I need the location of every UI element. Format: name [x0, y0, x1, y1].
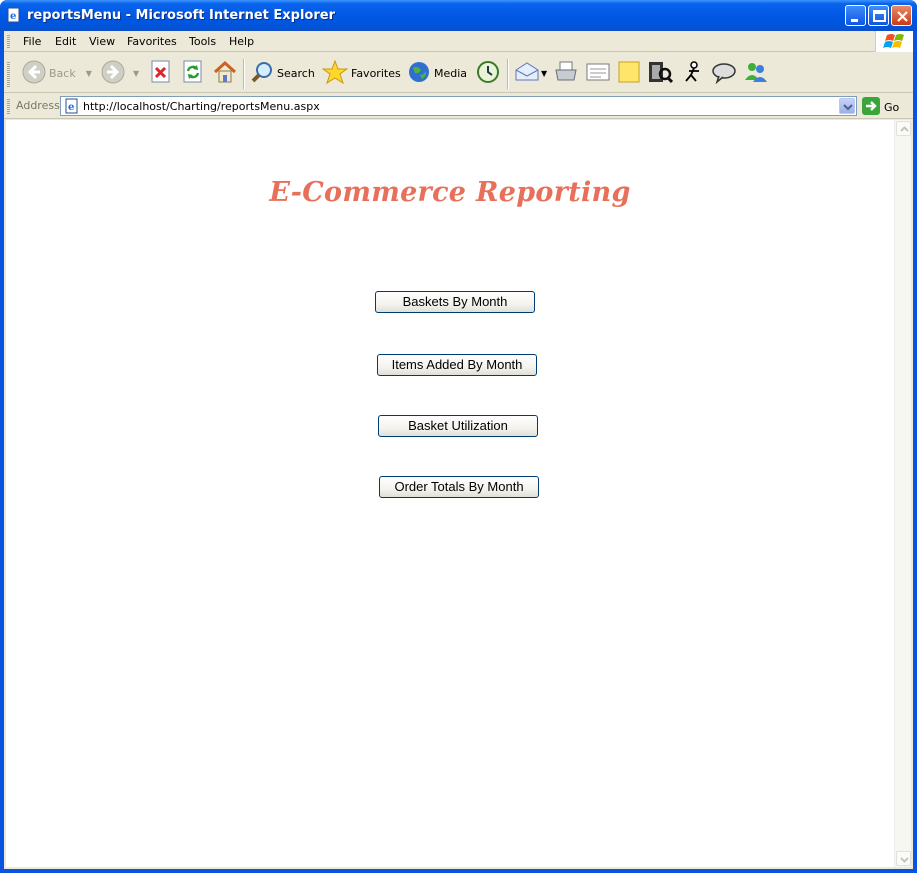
forward-arrow-icon	[101, 60, 125, 87]
home-button[interactable]	[212, 59, 238, 87]
order-totals-by-month-button[interactable]: Order Totals By Month	[379, 476, 539, 498]
go-label: Go	[884, 101, 900, 114]
note-icon	[617, 60, 641, 87]
close-button[interactable]	[891, 5, 912, 26]
chat-button[interactable]	[711, 59, 737, 87]
back-dropdown-icon[interactable]: ▼	[86, 69, 92, 78]
menu-favorites[interactable]: Favorites	[127, 35, 177, 48]
back-button[interactable]: Back ▼	[22, 59, 92, 87]
menu-edit[interactable]: Edit	[55, 35, 76, 48]
refresh-icon	[182, 60, 204, 87]
mail-button[interactable]: ▼	[514, 59, 547, 87]
media-label: Media	[434, 66, 468, 80]
menu-help[interactable]: Help	[229, 35, 254, 48]
page-content: E-Commerce Reporting Baskets By Month It…	[6, 120, 894, 867]
standard-toolbar: Back ▼ ▼ Search Favorites Media ▼	[4, 53, 913, 93]
address-bar: Address e http://localhost/Charting/repo…	[4, 94, 913, 119]
search-icon	[250, 60, 274, 87]
windows-logo-icon	[875, 31, 913, 52]
stop-button[interactable]	[150, 59, 172, 87]
address-label: Address	[16, 99, 60, 112]
baskets-by-month-button[interactable]: Baskets By Month	[375, 291, 535, 313]
search-button[interactable]: Search	[250, 59, 315, 87]
toolbar-separator	[243, 59, 245, 89]
browser-window: e reportsMenu - Microsoft Internet Explo…	[0, 0, 917, 873]
menu-view[interactable]: View	[89, 35, 115, 48]
title-bar[interactable]: e reportsMenu - Microsoft Internet Explo…	[0, 0, 917, 31]
menu-file[interactable]: File	[23, 35, 41, 48]
favorites-button[interactable]: Favorites	[321, 59, 401, 87]
svg-text:e: e	[10, 11, 16, 22]
address-input[interactable]: e http://localhost/Charting/reportsMenu.…	[60, 96, 857, 116]
home-icon	[212, 60, 238, 87]
toolbar-grip[interactable]	[7, 61, 10, 87]
scroll-up-icon[interactable]	[896, 121, 911, 136]
research-button[interactable]	[647, 59, 674, 87]
basket-utilization-button[interactable]: Basket Utilization	[378, 415, 538, 437]
address-url: http://localhost/Charting/reportsMenu.as…	[83, 100, 320, 113]
menu-grip[interactable]	[7, 34, 10, 49]
messenger-button[interactable]	[681, 59, 705, 87]
vertical-scrollbar[interactable]	[894, 120, 911, 867]
media-globe-icon	[407, 60, 431, 87]
go-arrow-icon	[862, 97, 880, 118]
stop-icon	[150, 60, 172, 87]
back-label: Back	[49, 66, 76, 80]
history-button[interactable]	[475, 59, 501, 87]
favorites-star-icon	[321, 59, 349, 87]
maximize-button[interactable]	[868, 5, 889, 26]
menu-bar: File Edit View Favorites Tools Help	[4, 31, 913, 52]
research-icon	[647, 60, 674, 87]
page-title: E-Commerce Reporting	[269, 177, 631, 208]
contacts-button[interactable]	[743, 59, 769, 87]
chat-bubble-icon	[711, 60, 737, 87]
media-button[interactable]: Media	[407, 59, 467, 87]
edit-button[interactable]	[585, 59, 611, 87]
print-button[interactable]	[553, 59, 579, 87]
back-arrow-icon	[22, 60, 46, 87]
items-added-by-month-button[interactable]: Items Added By Month	[377, 354, 537, 376]
edit-page-icon	[585, 60, 611, 87]
ie-page-icon: e	[6, 7, 22, 23]
history-clock-icon	[475, 60, 501, 87]
page-favicon-icon: e	[64, 98, 80, 117]
refresh-button[interactable]	[182, 59, 204, 87]
favorites-label: Favorites	[351, 66, 401, 80]
forward-button[interactable]: ▼	[101, 59, 139, 87]
address-dropdown-icon[interactable]	[839, 98, 855, 114]
discuss-button[interactable]	[617, 59, 641, 87]
printer-icon	[553, 60, 579, 87]
forward-dropdown-icon[interactable]: ▼	[133, 69, 139, 78]
messenger-person-icon	[681, 60, 705, 87]
contacts-people-icon	[743, 60, 769, 87]
mail-icon	[514, 60, 540, 87]
toolbar-separator	[507, 59, 509, 89]
go-button[interactable]: Go	[862, 97, 899, 118]
minimize-button[interactable]	[845, 5, 866, 26]
address-grip[interactable]	[7, 98, 10, 115]
svg-text:e: e	[68, 102, 74, 113]
mail-dropdown-icon[interactable]: ▼	[541, 69, 547, 78]
search-label: Search	[277, 66, 315, 80]
window-title: reportsMenu - Microsoft Internet Explore…	[27, 8, 335, 23]
scroll-down-icon[interactable]	[896, 851, 911, 866]
menu-tools[interactable]: Tools	[189, 35, 216, 48]
browser-client: File Edit View Favorites Tools Help Back…	[4, 31, 913, 869]
